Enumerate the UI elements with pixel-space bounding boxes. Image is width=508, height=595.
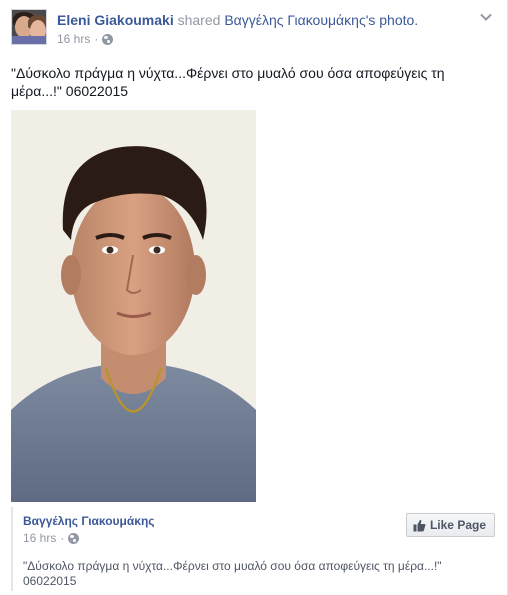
like-page-button[interactable]: Like Page <box>405 513 495 537</box>
shared-text-line2: 06022015 <box>23 574 77 588</box>
timestamp-link[interactable]: 16 hrs <box>57 32 90 46</box>
thumbs-up-icon <box>413 519 426 531</box>
globe-icon[interactable] <box>102 33 114 45</box>
globe-icon[interactable] <box>68 532 80 544</box>
like-page-label: Like Page <box>429 518 486 532</box>
shared-text-line1: "Δύσκολο πράγμα η νύχτα...Φέρνει στο μυα… <box>23 559 442 573</box>
author-name-link[interactable]: Eleni Giakoumaki <box>57 12 174 28</box>
photo-link[interactable]: 's photo. <box>366 12 419 28</box>
shared-meta: 16 hrs · <box>23 531 80 545</box>
story-meta: 16 hrs · <box>57 32 114 46</box>
author-avatar[interactable] <box>11 9 47 45</box>
shared-verb: shared <box>177 12 221 28</box>
story-header: Eleni Giakoumaki shared Βαγγέλης Γιακουμ… <box>57 12 418 28</box>
shared-attachment: Βαγγέλης Γιακουμάκης 16 hrs · "Δύσκολο π… <box>11 507 497 591</box>
shared-meta-separator: · <box>60 531 65 545</box>
post-text: "Δύσκολο πράγμα η νύχτα...Φέρνει στο μυα… <box>11 65 445 99</box>
feed-story: Eleni Giakoumaki shared Βαγγέλης Γιακουμ… <box>0 0 508 595</box>
shared-text: "Δύσκολο πράγμα η νύχτα...Φέρνει στο μυα… <box>23 559 493 589</box>
shared-timestamp-link[interactable]: 16 hrs <box>23 531 56 545</box>
shared-photo[interactable] <box>11 110 256 502</box>
page-name-link[interactable]: Βαγγέλης Γιακουμάκης <box>23 514 155 528</box>
portrait-illustration <box>11 110 256 502</box>
meta-separator: · <box>94 32 99 46</box>
chevron-down-icon[interactable] <box>479 10 493 24</box>
original-author-link[interactable]: Βαγγέλης Γιακουμάκης <box>224 12 365 28</box>
